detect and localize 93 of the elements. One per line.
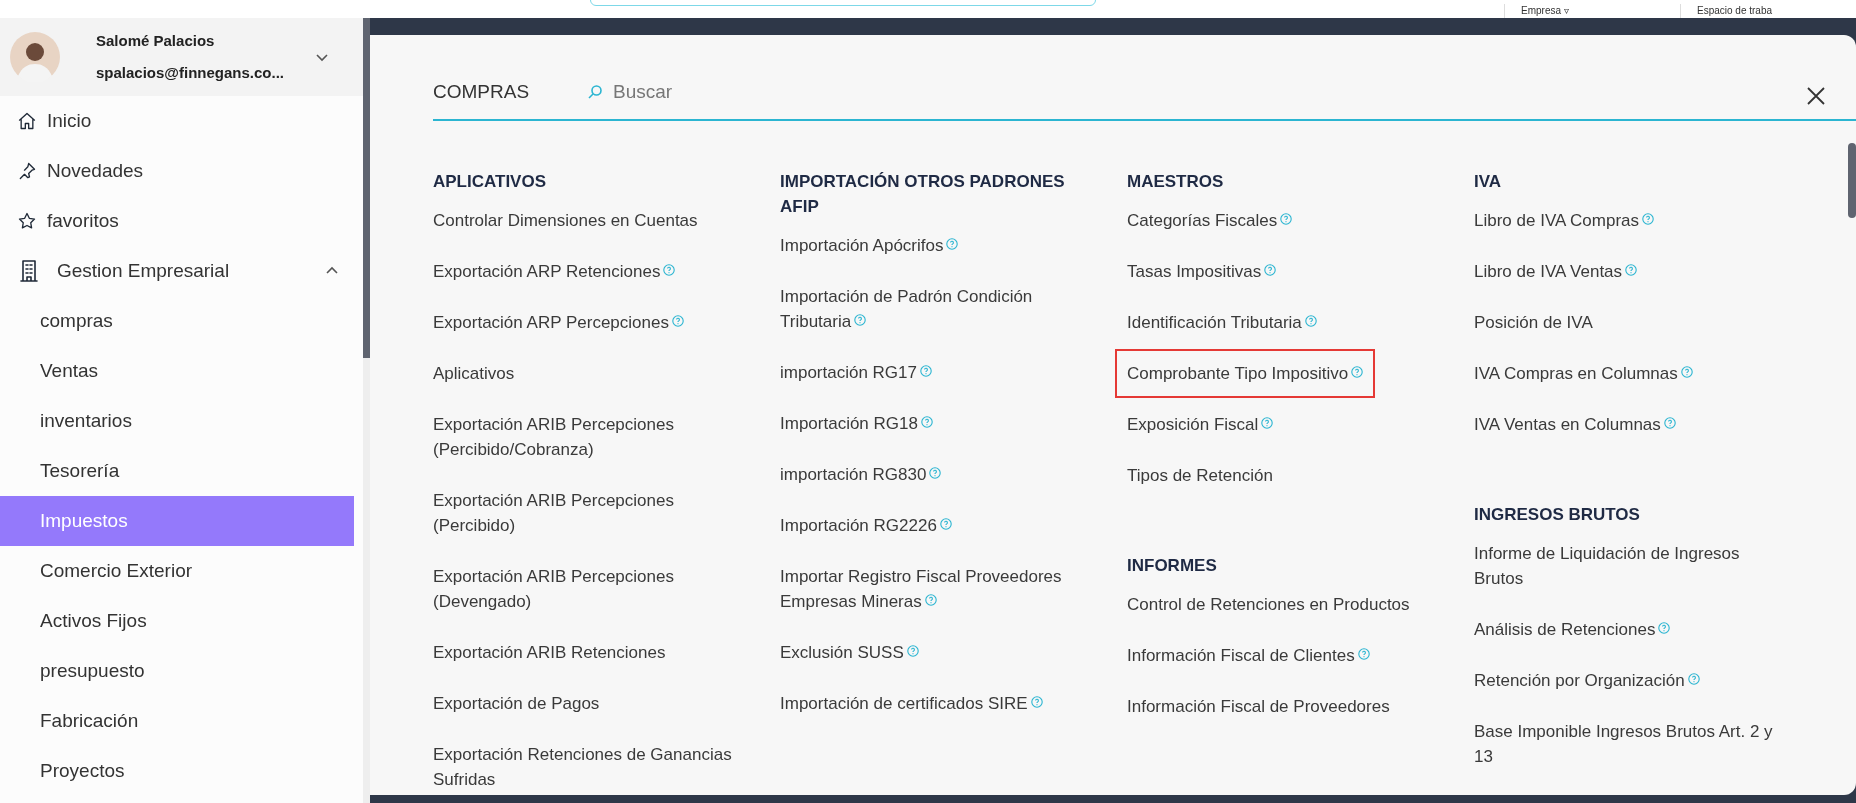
help-icon[interactable] [946, 238, 959, 250]
search-icon [587, 83, 603, 100]
help-icon[interactable] [1264, 264, 1277, 276]
help-icon[interactable] [1280, 213, 1293, 225]
help-icon[interactable] [1658, 622, 1671, 634]
user-email: spalacios@finnegans.co... [96, 63, 284, 83]
help-icon[interactable] [1687, 673, 1700, 685]
help-icon[interactable] [1261, 417, 1274, 429]
menu-link[interactable]: Información Fiscal de Clientes [1115, 631, 1382, 680]
menu-link[interactable]: Importación RG18 [768, 399, 945, 448]
sidebar-subitem[interactable]: presupuesto [0, 646, 354, 696]
sidebar-item[interactable]: Inicio [0, 96, 363, 146]
menu-link[interactable]: importación RG17 [768, 348, 944, 397]
menu-link[interactable]: Comprobante Tipo Impositivo [1115, 349, 1376, 398]
help-icon[interactable] [1680, 366, 1693, 378]
help-icon[interactable] [1030, 696, 1043, 708]
help-icon[interactable] [663, 264, 676, 276]
help-icon[interactable] [1357, 648, 1370, 660]
menu-link[interactable]: Tasas Impositivas [1115, 247, 1289, 296]
sidebar-subitem[interactable]: Proyectos [0, 746, 354, 796]
star-icon [17, 211, 37, 231]
sidebar-subitem[interactable]: Comercio Exterior [0, 546, 354, 596]
menu-link[interactable]: Exportación ARIB Percepciones (Percibido) [421, 476, 748, 550]
section-heading: INFORMES [1127, 555, 1218, 577]
menu-link[interactable]: Exportación Retenciones de Ganancias Sufridas [421, 730, 748, 795]
close-icon[interactable] [1806, 86, 1826, 106]
help-icon[interactable] [1625, 264, 1638, 276]
search-field[interactable]: Buscar [613, 77, 1806, 106]
help-icon[interactable] [939, 518, 952, 530]
menu-link[interactable]: importación RG830 [768, 450, 954, 499]
menu-link[interactable]: Importación de Padrón Condición Tributaria [768, 272, 1095, 346]
section-heading: IVA [1474, 171, 1503, 193]
help-icon[interactable] [1642, 213, 1655, 225]
menu-link[interactable]: Categorías Fiscales [1115, 196, 1305, 245]
help-icon[interactable] [1304, 315, 1317, 327]
menu-link[interactable]: Importación Apócrifos [768, 221, 971, 270]
sidebar-item[interactable]: Gestion Empresarial [0, 246, 363, 296]
scrollbar-thumb[interactable] [363, 18, 370, 358]
scrollbar-thumb[interactable] [1848, 143, 1856, 218]
menu-link[interactable]: Libro de IVA Compras [1462, 196, 1667, 245]
menu-link[interactable]: Tipos de Retención [1115, 451, 1285, 500]
help-icon[interactable] [671, 315, 684, 327]
menu-link[interactable]: Análisis de Retenciones [1462, 605, 1683, 654]
menu-link[interactable]: IVA Compras en Columnas [1462, 349, 1705, 398]
help-icon[interactable] [920, 416, 933, 428]
section-heading: APLICATIVOS [433, 171, 548, 193]
menu-link[interactable]: Exclusión SUSS [768, 628, 931, 677]
menu-link[interactable]: Identificación Tributaria [1115, 298, 1329, 347]
sidebar-item[interactable]: Novedades [0, 146, 363, 196]
sidebar-item[interactable]: favoritos [0, 196, 363, 246]
menu-link[interactable]: Información Fiscal de Proveedores [1115, 682, 1402, 731]
menu-link[interactable]: Importación RG2226 [768, 501, 964, 550]
menu-link[interactable]: Retención por Organización [1462, 656, 1712, 705]
menu-link[interactable]: Controlar Dimensiones en Cuentas [421, 196, 710, 245]
user-name: Salomé Palacios [96, 30, 216, 51]
help-icon[interactable] [924, 594, 937, 606]
menu-link[interactable]: Libro de IVA Ventas [1462, 247, 1650, 296]
section-heading: INGRESOS BRUTOS [1474, 504, 1641, 526]
menu-link[interactable]: Base Imponible Ingresos Brutos Art. 2 y 13 [1462, 707, 1789, 781]
menu-link[interactable]: Exportación de Pagos [421, 679, 612, 728]
help-icon[interactable] [929, 467, 942, 479]
menu-link[interactable]: Exportación ARIB Percepciones (Devengado) [421, 552, 748, 626]
sidebar-subitem[interactable]: Fabricación [0, 696, 354, 746]
section-heading: MAESTROS [1127, 171, 1225, 193]
menu-link[interactable]: Control de Retenciones en Productos [1115, 580, 1422, 629]
sidebar-subitem[interactable]: Tesorería [0, 446, 354, 496]
avatar [10, 32, 60, 82]
help-icon[interactable] [906, 645, 919, 657]
sidebar-subitem[interactable]: compras [0, 296, 354, 346]
menu-link[interactable]: Exposición Fiscal [1115, 400, 1286, 449]
menu-link[interactable]: IVA Ventas en Columnas [1462, 400, 1688, 449]
menu-link[interactable]: Importar Registro Fiscal Proveedores Empresas Mineras [768, 552, 1095, 626]
menu-link[interactable]: Importación de certificados SIRE [768, 679, 1055, 728]
home-icon [17, 111, 37, 131]
pin-icon [17, 161, 37, 181]
sidebar-subitem[interactable]: Ventas [0, 346, 354, 396]
help-icon[interactable] [854, 314, 867, 326]
menu-link[interactable]: Informe de Liquidación de Ingresos Brutos [1462, 529, 1789, 603]
building-icon [17, 259, 41, 283]
help-icon[interactable] [1351, 366, 1364, 378]
panel-title: COMPRAS [433, 79, 531, 104]
menu-link[interactable]: Exportación ARIB Retenciones [421, 628, 678, 677]
menu-link[interactable]: Exportación ARIB Percepciones (Percibido/Cobranza) [421, 400, 748, 474]
sidebar-subitem[interactable]: Activos Fijos [0, 596, 354, 646]
menu-link[interactable]: Aplicativos [421, 349, 527, 398]
menu-link[interactable]: Exportación ARP Percepciones [421, 298, 696, 347]
section-heading: IMPORTACIÓN OTROS PADRONES AFIP [780, 171, 1066, 218]
menu-link[interactable]: Posición de IVA [1462, 298, 1605, 347]
help-icon[interactable] [920, 365, 932, 377]
sidebar-subitem[interactable]: inventarios [0, 396, 354, 446]
menu-link[interactable]: Exportación ARP Retenciones [421, 247, 688, 296]
help-icon[interactable] [1663, 417, 1676, 429]
user-header[interactable]: Salomé Palacios spalacios@finnegans.co... [0, 18, 363, 96]
